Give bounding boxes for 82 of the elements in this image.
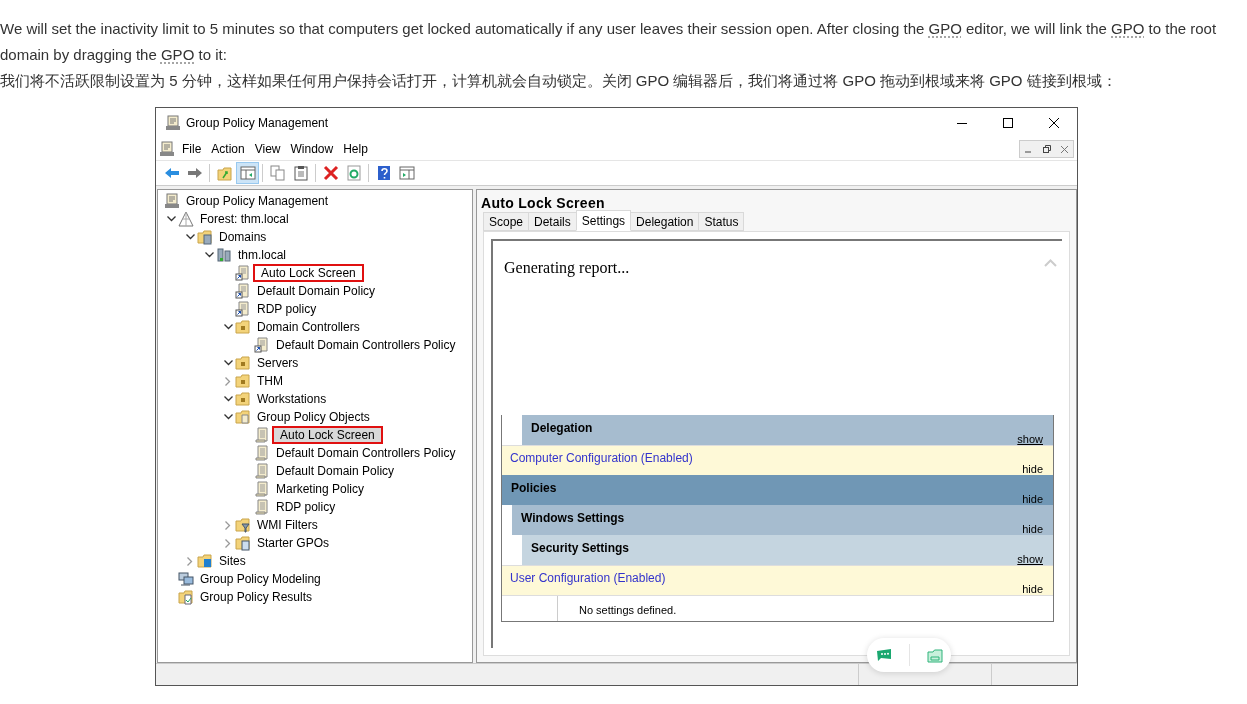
tree-item[interactable]: Group Policy Results bbox=[196, 588, 317, 606]
folder-icon bbox=[235, 355, 251, 371]
close-icon[interactable] bbox=[1049, 118, 1059, 128]
chat-icon[interactable] bbox=[875, 648, 892, 662]
section-title: Windows Settings bbox=[521, 510, 625, 527]
folder-filter-icon bbox=[235, 517, 251, 533]
document-shortcut-icon bbox=[235, 301, 251, 317]
tab[interactable]: Scope bbox=[483, 212, 530, 231]
section-title[interactable]: Computer Configuration (Enabled) bbox=[510, 449, 693, 467]
section-title: Security Settings bbox=[531, 540, 630, 557]
scroll-icon bbox=[254, 427, 270, 443]
section-title[interactable]: User Configuration (Enabled) bbox=[510, 569, 666, 587]
tree-item[interactable]: THM bbox=[253, 372, 287, 390]
tree-item[interactable]: Default Domain Policy bbox=[272, 462, 399, 480]
tree-item[interactable]: Starter GPOs bbox=[253, 534, 334, 552]
triangle-icon bbox=[178, 211, 194, 227]
hide-link[interactable]: hide bbox=[1022, 523, 1043, 535]
tree-item[interactable]: Group Policy Objects bbox=[253, 408, 374, 426]
folder-icon bbox=[235, 373, 251, 389]
folder-icon bbox=[235, 319, 251, 335]
menu-item[interactable]: File bbox=[177, 139, 207, 159]
tree-pane-icon[interactable] bbox=[236, 162, 259, 184]
tree-item[interactable]: Servers bbox=[253, 354, 303, 372]
folder-icon bbox=[235, 409, 251, 425]
tree-item[interactable]: Sites bbox=[215, 552, 250, 570]
scroll-icon bbox=[254, 499, 270, 515]
tree-item[interactable]: Domains bbox=[215, 228, 271, 246]
folder-icon bbox=[197, 229, 213, 245]
section-title: Delegation bbox=[531, 420, 593, 437]
monitor-icon bbox=[178, 571, 194, 587]
app-icon bbox=[165, 115, 181, 131]
menu-item[interactable]: Action bbox=[206, 139, 250, 159]
folder-icon bbox=[235, 391, 251, 407]
document-shortcut-icon bbox=[254, 337, 270, 353]
tab[interactable]: Settings bbox=[575, 210, 632, 231]
tab[interactable]: Delegation bbox=[630, 212, 700, 231]
scroll-icon bbox=[254, 445, 270, 461]
tab[interactable]: Status bbox=[698, 212, 745, 231]
hide-link[interactable]: hide bbox=[1022, 463, 1043, 475]
tree-item[interactable]: Default Domain Controllers Policy bbox=[272, 444, 460, 462]
restore-icon[interactable] bbox=[1042, 145, 1051, 153]
tree-item[interactable]: Group Policy Management bbox=[182, 192, 333, 210]
server-icon bbox=[216, 247, 232, 263]
show-link[interactable]: show bbox=[1017, 433, 1043, 445]
tree-item[interactable]: RDP policy bbox=[253, 300, 321, 318]
show-link[interactable]: show bbox=[1017, 553, 1043, 565]
scroll-icon bbox=[254, 463, 270, 479]
tab[interactable]: Details bbox=[528, 212, 577, 231]
menu-item[interactable]: Help bbox=[338, 139, 373, 159]
tree-item[interactable]: WMI Filters bbox=[253, 516, 322, 534]
document-shortcut-icon bbox=[235, 265, 251, 281]
tree-item[interactable]: Workstations bbox=[253, 390, 331, 408]
tree-item[interactable]: Group Policy Modeling bbox=[196, 570, 325, 588]
tree-item[interactable]: thm.local bbox=[234, 246, 291, 264]
console-icon bbox=[159, 141, 175, 157]
scroll-icon bbox=[254, 481, 270, 497]
caret-up-icon bbox=[1044, 259, 1057, 267]
empty-message: No settings defined. bbox=[579, 603, 677, 616]
tree-item[interactable]: Auto Lock Screen bbox=[272, 426, 383, 444]
menu-item[interactable]: Window bbox=[285, 139, 339, 159]
intro-paragraph: We will set the inactivity limit to 5 minutes so that computers get locked automatically if any user leaves their session open. After closing the GPO editor, we will link the GPO to the root domain by dragging the GPO to it: bbox=[0, 19, 1218, 65]
tree-item[interactable]: Default Domain Controllers Policy bbox=[272, 336, 460, 354]
tree-item[interactable]: Auto Lock Screen bbox=[253, 264, 364, 282]
tree-item[interactable]: Marketing Policy bbox=[272, 480, 369, 498]
tree-item[interactable]: Default Domain Policy bbox=[253, 282, 380, 300]
tree-item[interactable]: RDP policy bbox=[272, 498, 340, 516]
document-shortcut-icon bbox=[235, 283, 251, 299]
section-title: Policies bbox=[511, 480, 557, 497]
hide-link[interactable]: hide bbox=[1022, 493, 1043, 505]
folder-icon bbox=[235, 535, 251, 551]
window-title: Group Policy Management bbox=[186, 115, 329, 132]
tree-item[interactable]: Forest: thm.local bbox=[196, 210, 293, 228]
console-icon bbox=[164, 193, 180, 209]
intro-paragraph: 我们将不活跃限制设置为 5 分钟，这样如果任何用户保持会话打开，计算机就会自动锁定。关闭 GPO 编辑器后，我们将通过将 GPO 拖动到根域来将 GPO 链接到根域： bbox=[0, 71, 1118, 91]
tree-item[interactable]: Domain Controllers bbox=[253, 318, 364, 336]
menu-item[interactable]: View bbox=[249, 139, 286, 159]
pane-title: Auto Lock Screen bbox=[480, 194, 606, 212]
maximize-icon[interactable] bbox=[1003, 118, 1013, 128]
folder-icon bbox=[178, 589, 194, 605]
hide-link[interactable]: hide bbox=[1022, 583, 1043, 595]
folder-icon bbox=[197, 553, 213, 569]
report-status: Generating report... bbox=[504, 258, 630, 279]
